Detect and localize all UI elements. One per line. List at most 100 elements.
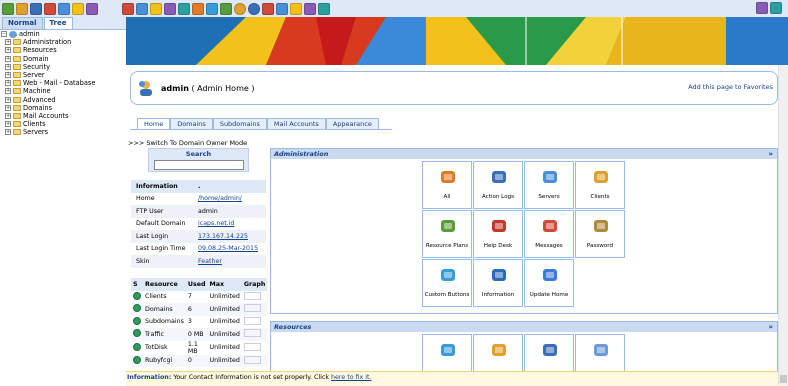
- mail-icon[interactable]: [30, 2, 42, 15]
- tree-item[interactable]: + Domains: [1, 104, 126, 112]
- information-value[interactable]: 09.08.25-Mar-2015: [198, 245, 258, 252]
- folder-icon: [13, 63, 21, 70]
- scrollbar-thumb[interactable]: [780, 375, 787, 383]
- tree-item[interactable]: + Clients: [1, 120, 126, 128]
- help-icon[interactable]: [86, 2, 98, 15]
- custom-buttons-icon: [440, 267, 456, 283]
- expand-icon[interactable]: +: [5, 55, 11, 62]
- user-icon[interactable]: [164, 2, 176, 15]
- circle-icon[interactable]: [248, 2, 260, 15]
- administration-panel-header[interactable]: Administration »: [271, 149, 777, 159]
- circle-icon[interactable]: [234, 2, 246, 15]
- save-icon[interactable]: [262, 2, 274, 15]
- star-icon[interactable]: [122, 2, 134, 15]
- administration-panel: Administration » All Action Logs Servers Cl…: [270, 148, 778, 314]
- list-icon[interactable]: [192, 2, 204, 15]
- status-cell: [131, 354, 143, 367]
- status-cell: [131, 303, 143, 316]
- users-icon[interactable]: [276, 2, 288, 15]
- collapse-icon[interactable]: −: [1, 31, 7, 38]
- expand-icon[interactable]: +: [5, 112, 11, 119]
- exit-icon[interactable]: [770, 2, 782, 14]
- resources-row: Rubyfcgi 0 Unlimited: [131, 354, 268, 367]
- users-icon[interactable]: [304, 2, 316, 15]
- custom-buttons-button[interactable]: Custom Buttons: [422, 259, 472, 307]
- expand-icon[interactable]: +: [5, 47, 11, 54]
- expand-icon[interactable]: +: [5, 129, 11, 136]
- grid-item-label: Servers: [538, 194, 560, 200]
- globe-icon[interactable]: [136, 2, 148, 15]
- help-desk-button[interactable]: Help Desk: [473, 210, 523, 258]
- collapse-icon[interactable]: »: [768, 322, 773, 332]
- tree-item[interactable]: + Machine: [1, 87, 126, 95]
- list-icon[interactable]: [178, 2, 190, 15]
- tree-item[interactable]: + Administration: [1, 38, 126, 46]
- expand-icon[interactable]: +: [5, 96, 11, 103]
- expand-icon[interactable]: +: [5, 104, 11, 111]
- expand-icon[interactable]: +: [5, 39, 11, 46]
- collapse-icon[interactable]: »: [768, 149, 773, 159]
- information-value-cell: 09.08.25-Mar-2015: [193, 243, 266, 256]
- tab-normal[interactable]: Normal: [2, 17, 43, 29]
- messages-button[interactable]: Messages: [524, 210, 574, 258]
- users-icon[interactable]: [44, 2, 56, 15]
- add-to-favorites-link[interactable]: Add this page to Favorites: [688, 83, 773, 91]
- resource-grid-button[interactable]: [422, 334, 472, 372]
- admin-icon[interactable]: [72, 2, 84, 15]
- tree-item[interactable]: + Servers: [1, 128, 126, 136]
- search-input[interactable]: [154, 160, 244, 170]
- tree-root[interactable]: − admin: [1, 30, 126, 38]
- resource-max: Unlimited: [209, 318, 240, 326]
- refresh-icon[interactable]: [220, 2, 232, 15]
- home-icon[interactable]: [2, 2, 14, 15]
- all-button[interactable]: All: [422, 161, 472, 209]
- resource-grid-button[interactable]: [575, 334, 625, 372]
- chart-icon[interactable]: [318, 2, 330, 15]
- information-header-value: .: [192, 180, 266, 193]
- update-home-button[interactable]: Update Home: [524, 259, 574, 307]
- folder-icon: [13, 55, 21, 62]
- edit-icon[interactable]: [150, 2, 162, 15]
- clients-button[interactable]: Clients: [575, 161, 625, 209]
- tree-item[interactable]: + Advanced: [1, 96, 126, 104]
- resources-panel-header[interactable]: Resources »: [271, 322, 777, 332]
- grid-item-label: Clients: [590, 194, 610, 200]
- list-icon[interactable]: [206, 2, 218, 15]
- password-button[interactable]: Password: [575, 210, 625, 258]
- expand-icon[interactable]: +: [5, 80, 11, 87]
- fix-contact-link[interactable]: here to fix it.: [331, 374, 371, 381]
- grid-item-label: Custom Buttons: [424, 292, 470, 298]
- switch-mode-link[interactable]: >>> Switch To Domain Owner Mode: [128, 139, 247, 147]
- resource-grid-button[interactable]: [473, 334, 523, 372]
- tree-item[interactable]: + Security: [1, 63, 126, 71]
- vertical-scrollbar[interactable]: [778, 65, 788, 385]
- information-value-cell: Feather: [192, 255, 266, 268]
- information-button[interactable]: Information: [473, 259, 523, 307]
- expand-icon[interactable]: +: [5, 121, 11, 128]
- tab-tree[interactable]: Tree: [43, 17, 73, 29]
- circle-icon: [440, 342, 456, 358]
- action-logs-button[interactable]: Action Logs: [473, 161, 523, 209]
- resource-grid-button[interactable]: [524, 334, 574, 372]
- tree-item[interactable]: + Resources: [1, 46, 126, 54]
- users-icon[interactable]: [290, 2, 302, 15]
- servers-button[interactable]: Servers: [524, 161, 574, 209]
- expand-icon[interactable]: +: [5, 63, 11, 70]
- resources-panel-title: Resources: [274, 323, 312, 331]
- information-value[interactable]: icaps.net.id: [198, 220, 234, 227]
- sync-icon[interactable]: [16, 2, 28, 15]
- folder-icon: [13, 47, 21, 54]
- tree-item[interactable]: + Web - Mail - Database: [1, 79, 126, 87]
- tree-item[interactable]: + Mail Accounts: [1, 112, 126, 120]
- information-value[interactable]: Feather: [198, 258, 222, 265]
- resources-column-header: Used: [185, 278, 208, 291]
- expand-icon[interactable]: +: [5, 88, 11, 95]
- binoculars-icon[interactable]: [756, 2, 768, 14]
- information-value[interactable]: /home/admin/: [198, 195, 242, 202]
- user-icon[interactable]: [58, 2, 70, 15]
- tree-item[interactable]: + Server: [1, 71, 126, 79]
- information-value[interactable]: 173.167.14.225: [198, 233, 248, 240]
- expand-icon[interactable]: +: [5, 72, 11, 79]
- tree-item[interactable]: + Domain: [1, 55, 126, 63]
- resource-plans-button[interactable]: Resource Plans: [422, 210, 472, 258]
